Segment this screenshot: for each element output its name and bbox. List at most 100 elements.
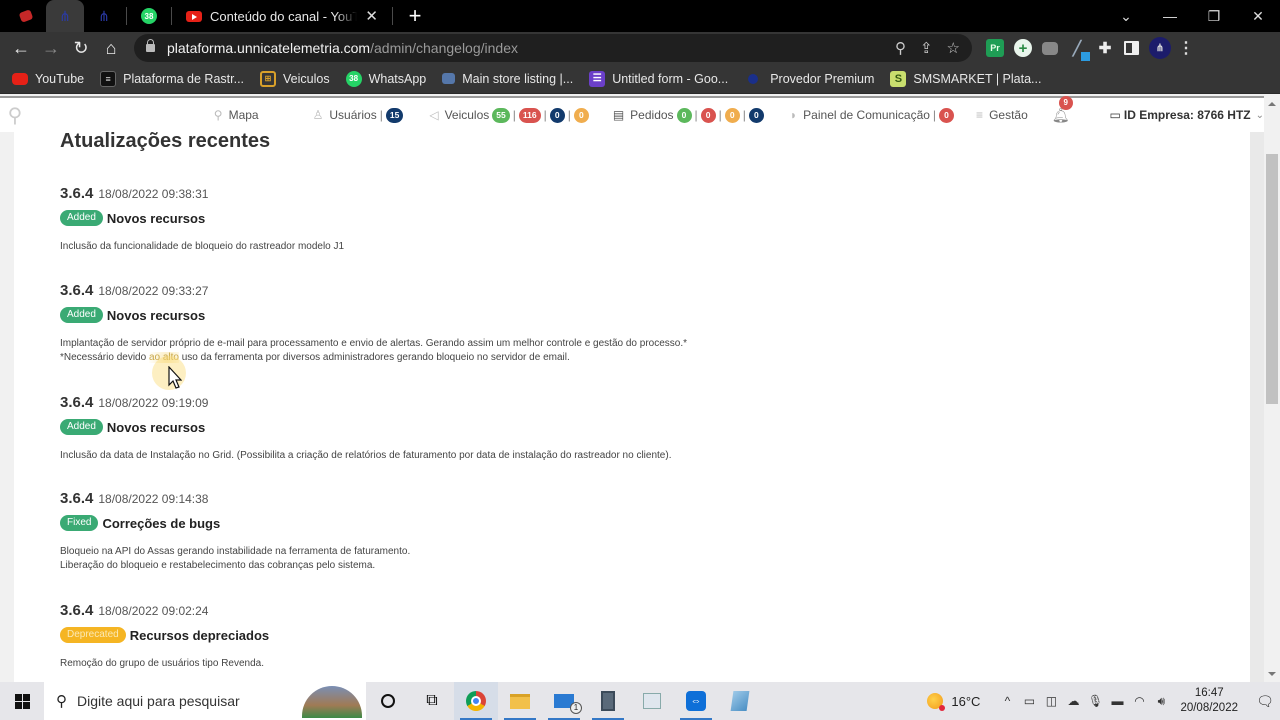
bookmark-plataforma[interactable]: ≡ Plataforma de Rastr... [100,70,245,87]
task-view-button[interactable]: ⧉ [410,682,454,720]
nav-label: Gestão [989,108,1028,122]
tab-youtube-studio[interactable]: Conteúdo do canal - YouTube Studio ✕ [176,0,388,32]
show-hidden-icons-chevron[interactable]: ^ [996,694,1018,708]
clock-time: 16:47 [1194,687,1224,699]
nav-pedidos[interactable]: ▤ Pedidos 0 | 0 | 0 | 0 [613,107,764,123]
bookmark-label: Provedor Premium [770,71,875,86]
pinned-tab[interactable]: ⋔ [86,0,122,32]
bookmark-youtube[interactable]: YouTube [12,72,84,86]
weather-temperature[interactable]: 16°C [951,694,980,709]
empresa-selector[interactable]: ▭ ID Empresa: 8766 HTZ ⌄ [1110,108,1264,122]
nav-usuarios[interactable]: ♙ Usuários | 15 [313,107,404,123]
cortana-button[interactable] [366,682,410,720]
reload-button[interactable]: ↻ [66,38,96,59]
close-tab-icon[interactable]: ✕ [365,7,378,25]
taskbar-notepad[interactable] [718,682,762,720]
deprecated-tag: Deprecated [60,627,126,643]
tab-separator [392,7,393,25]
pinned-tab-whatsapp[interactable]: 38 [131,0,167,32]
taskbar-file-explorer[interactable] [498,682,542,720]
premiere-extension-icon[interactable]: Pr [986,39,1004,57]
url-path: /admin/changelog/index [370,40,518,56]
cloud-icon[interactable]: ☁ [1062,694,1084,708]
close-window-button[interactable]: ✕ [1236,8,1280,25]
forward-button[interactable]: → [36,38,66,59]
tab-separator [171,7,172,25]
clock[interactable]: 16:47 20/08/2022 [1180,686,1238,716]
map-pin-icon: ⚲ [213,108,223,122]
veiculos-orange-badge: 0 [573,107,589,123]
bookmark-smsmarket[interactable]: S SMSMARKET | Plata... [890,70,1041,87]
pen-extension-icon[interactable]: ╱ [1068,39,1090,61]
nav-mapa[interactable]: ⚲ Mapa [214,108,259,122]
bookmarks-bar: YouTube ≡ Plataforma de Rastr... ⊞ Veiculo… [0,64,1280,94]
red-app-icon [18,9,34,23]
microphone-icon[interactable]: 🎙︎ [1084,694,1106,708]
start-button[interactable] [0,693,44,709]
volume-icon[interactable]: 🔊︎ [1150,694,1172,709]
bookmark-whatsapp[interactable]: 38 WhatsApp [345,70,426,87]
app-logo[interactable]: ⚲ [4,99,26,131]
calculator-icon [601,691,615,711]
windows-taskbar: ⚲ Digite aqui para pesquisar ⧉ 1 ⇔ 16°C … [0,682,1280,720]
display-icon[interactable]: ▭ [1018,694,1040,708]
nav-painel-comunicacao[interactable]: ◗ Painel de Comunicação | 0 [789,107,955,123]
scroll-down-arrow-icon[interactable] [1268,672,1276,676]
bookmark-veiculos[interactable]: ⊞ Veiculos [260,70,330,87]
home-button[interactable]: ⌂ [96,38,126,59]
bookmark-provedor[interactable]: Provedor Premium [744,72,874,86]
card-edge [1250,132,1264,682]
restore-button[interactable]: ❐ [1192,8,1236,25]
back-button[interactable]: ← [6,38,36,59]
wifi-icon[interactable]: ◠ [1128,694,1150,708]
pinned-tab[interactable] [8,0,44,32]
minimize-button[interactable]: — [1148,8,1192,24]
add-extension-icon[interactable]: + [1014,39,1032,57]
address-bar[interactable]: plataforma.unnicatelemetria.com/admin/ch… [134,34,972,62]
notification-center-icon[interactable]: 🗨︎ [1250,693,1280,710]
separator: | [718,108,722,122]
added-tag: Added [60,307,103,323]
taskbar-calculator[interactable] [586,682,630,720]
taskbar-chrome[interactable] [454,682,498,720]
scroll-up-arrow-icon[interactable] [1268,102,1276,106]
separator: | [567,108,571,122]
taskbar-mail[interactable]: 1 [542,682,586,720]
more-menu-icon[interactable]: ⋮ [1178,39,1194,57]
empresa-label: ID Empresa: 8766 HTZ [1123,108,1251,122]
page-scrollbar[interactable] [1264,96,1280,682]
entry-description: Inclusão da funcionalidade de bloqueio d… [60,240,344,254]
bookmark-main-store[interactable]: Main store listing |... [442,72,573,86]
nav-veiculos[interactable]: ◁ Veiculos 55 | 116 | 0 | 0 [429,107,589,123]
bookmark-untitled-form[interactable]: ☰ Untitled form - Goo... [589,70,728,87]
notifications-bell[interactable]: 🔔︎ 9 [1052,95,1073,124]
scrollbar-thumb[interactable] [1266,154,1278,404]
battery-icon[interactable]: ▬ [1106,694,1128,708]
broadcast-icon: ◗ [789,108,798,122]
taskbar-remote-desktop[interactable] [630,682,674,720]
profile-avatar[interactable]: ⋔ [1149,37,1171,59]
new-tab-button[interactable]: + [397,3,433,29]
bookmark-label: Plataforma de Rastr... [123,71,245,86]
folder-icon [510,693,530,709]
search-placeholder: Digite aqui para pesquisar [77,693,240,709]
tab-search-icon[interactable]: ⌄ [1104,8,1148,25]
share-icon[interactable]: ⇪ [920,39,933,57]
pinned-tab-active[interactable]: ⋔ [46,0,84,32]
nav-gestao[interactable]: ≡ Gestão [976,108,1028,122]
taskbar-teamviewer[interactable]: ⇔ [674,682,718,720]
taskbar-search[interactable]: ⚲ Digite aqui para pesquisar [44,682,366,720]
text-segment: uso da ferramenta por diversos administr… [178,352,570,363]
changelog-entry: 3.6.4 18/08/2022 09:19:09 Added Novos recu… [60,394,671,463]
camera-extension-icon[interactable] [1042,41,1058,55]
camera-icon[interactable]: ◫ [1040,694,1062,708]
side-panel-icon[interactable] [1124,41,1139,55]
extensions-puzzle-icon[interactable]: ✚ [1096,39,1114,57]
changelog-entry: 3.6.4 18/08/2022 09:02:24 Deprecated Recur… [60,602,269,671]
changelog-entry: 3.6.4 18/08/2022 09:14:38 Fixed Correções … [60,490,410,573]
weather-sun-icon[interactable] [927,693,946,711]
tab-separator [126,7,127,25]
bookmark-star-icon[interactable]: ☆ [947,39,960,57]
zoom-out-icon[interactable]: ⚲ [895,39,906,57]
changelog-entry: 3.6.4 18/08/2022 09:33:27 Added Novos recu… [60,282,687,365]
